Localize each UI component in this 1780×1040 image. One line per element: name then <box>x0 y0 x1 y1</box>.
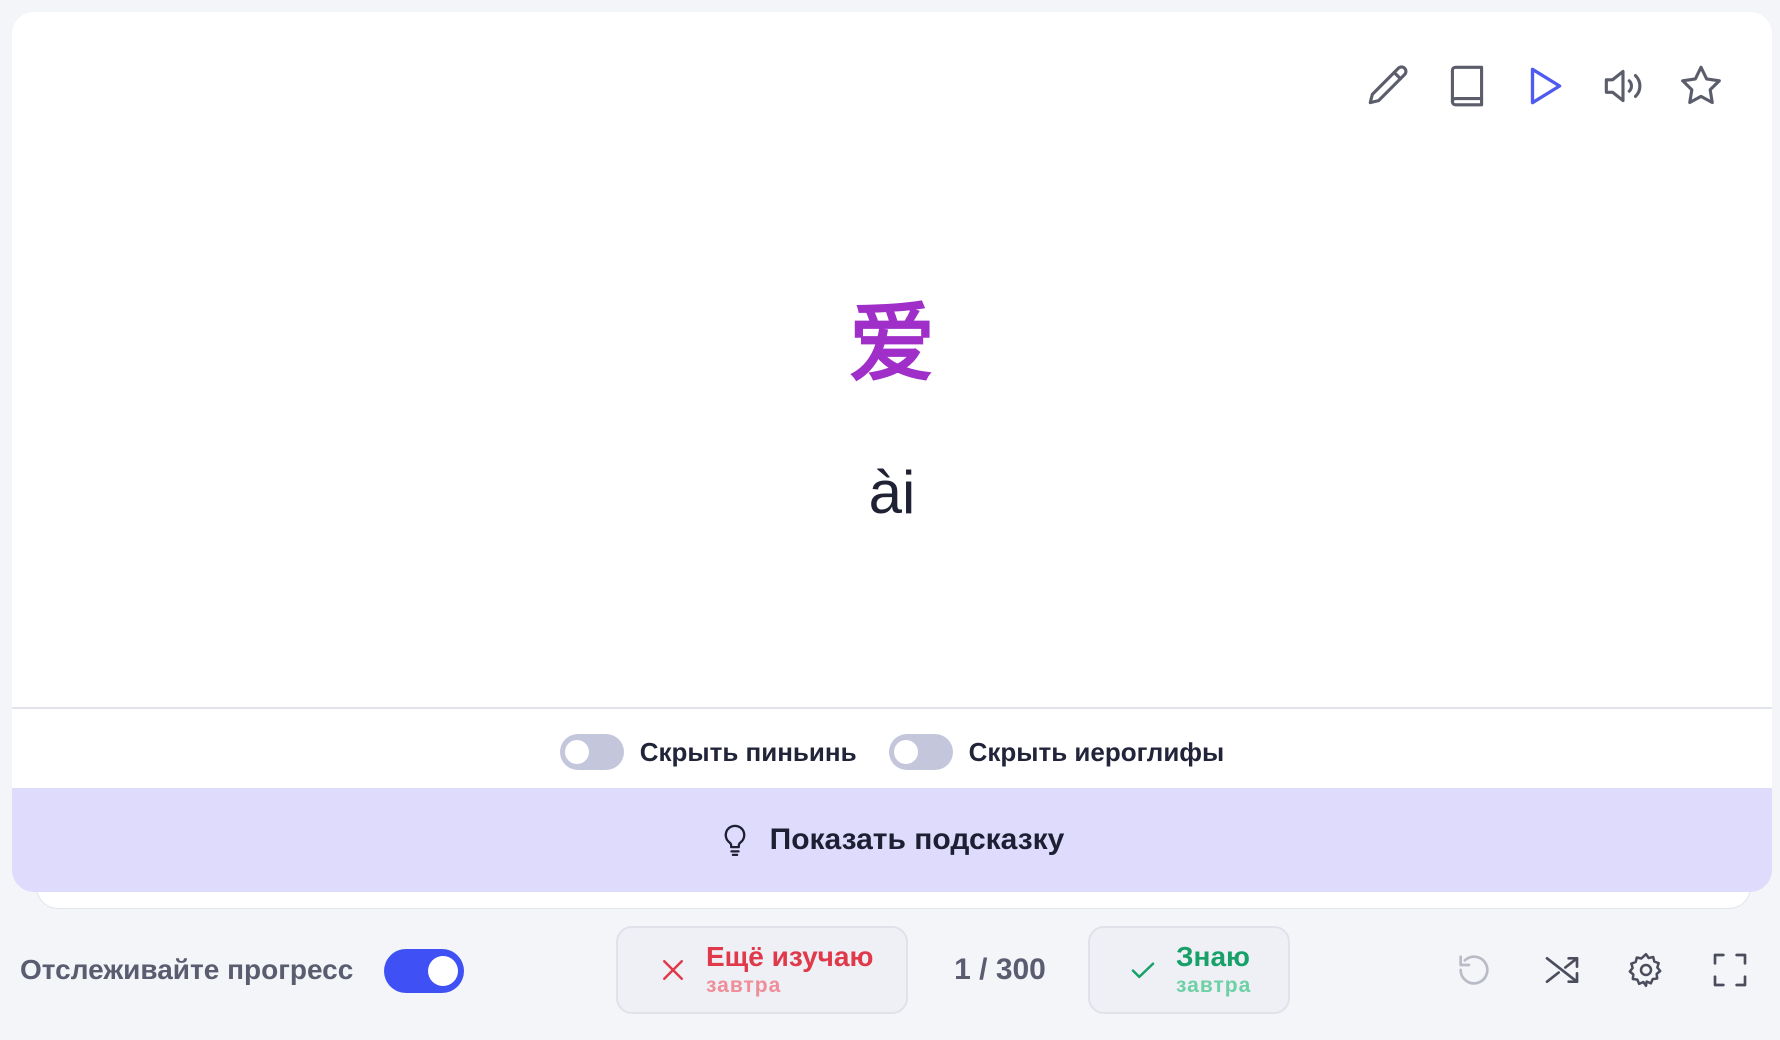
know-button[interactable]: Знаю завтра <box>1088 926 1290 1014</box>
book-icon <box>1450 65 1484 107</box>
hide-pinyin-toggle[interactable]: Скрыть пиньинь <box>559 734 857 770</box>
speaker-icon <box>1604 69 1642 103</box>
still-learning-sub: завтра <box>706 974 782 997</box>
undo-button[interactable] <box>1448 944 1500 996</box>
hide-hanzi-label: Скрыть иероглифы <box>968 736 1225 767</box>
show-hint-label: Показать подсказку <box>769 823 1065 856</box>
hide-hanzi-toggle[interactable]: Скрыть иероглифы <box>888 734 1225 770</box>
audio-button[interactable] <box>1598 58 1648 114</box>
hanzi-character: 爱 <box>849 294 935 394</box>
hide-hanzi-switch[interactable] <box>888 734 953 770</box>
card-counter: 1 / 300 <box>954 953 1046 986</box>
undo-icon <box>1459 955 1489 985</box>
card-toolbar <box>1336 58 1726 114</box>
fullscreen-button[interactable] <box>1704 944 1756 996</box>
still-learning-label: Ещё изучаю <box>706 941 874 972</box>
still-learning-button[interactable]: Ещё изучаю завтра <box>616 926 908 1014</box>
bottom-bar: Отслеживайте прогресс Ещё изучаю завтра … <box>0 920 1780 1020</box>
edit-button[interactable] <box>1364 58 1414 114</box>
know-sub: завтра <box>1176 974 1252 997</box>
card-divider <box>12 707 1772 709</box>
play-button[interactable] <box>1520 58 1570 114</box>
display-toggles: Скрыть пиньинь Скрыть иероглифы <box>12 728 1772 776</box>
gear-icon <box>1628 952 1662 988</box>
show-hint-button[interactable]: Показать подсказку <box>12 788 1772 892</box>
hide-pinyin-switch[interactable] <box>559 734 624 770</box>
still-learning-text: Ещё изучаю завтра <box>706 941 873 999</box>
track-progress-toggle[interactable] <box>384 949 464 993</box>
switch-knob <box>893 740 918 764</box>
play-icon <box>1530 67 1562 105</box>
switch-knob <box>564 740 589 764</box>
flashcard: 爱 ài Скрыть пиньинь Скрыть иероглифы Пок… <box>12 12 1772 892</box>
fullscreen-icon <box>1713 953 1747 987</box>
hide-pinyin-label: Скрыть пиньинь <box>639 736 857 767</box>
shuffle-icon <box>1545 957 1579 983</box>
star-icon <box>1681 65 1721 105</box>
check-icon <box>1131 962 1155 979</box>
know-text: Знаю завтра <box>1176 941 1251 999</box>
pencil-icon <box>1368 65 1408 105</box>
dictionary-button[interactable] <box>1442 58 1492 114</box>
close-icon <box>663 960 683 980</box>
lightbulb-icon <box>724 824 746 857</box>
shuffle-button[interactable] <box>1536 944 1588 996</box>
track-progress-label: Отслеживайте прогресс <box>20 954 354 985</box>
switch-knob <box>428 956 458 986</box>
pinyin-text: ài <box>868 459 916 526</box>
favorite-button[interactable] <box>1676 58 1726 114</box>
know-label: Знаю <box>1176 941 1250 972</box>
settings-button[interactable] <box>1620 944 1672 996</box>
